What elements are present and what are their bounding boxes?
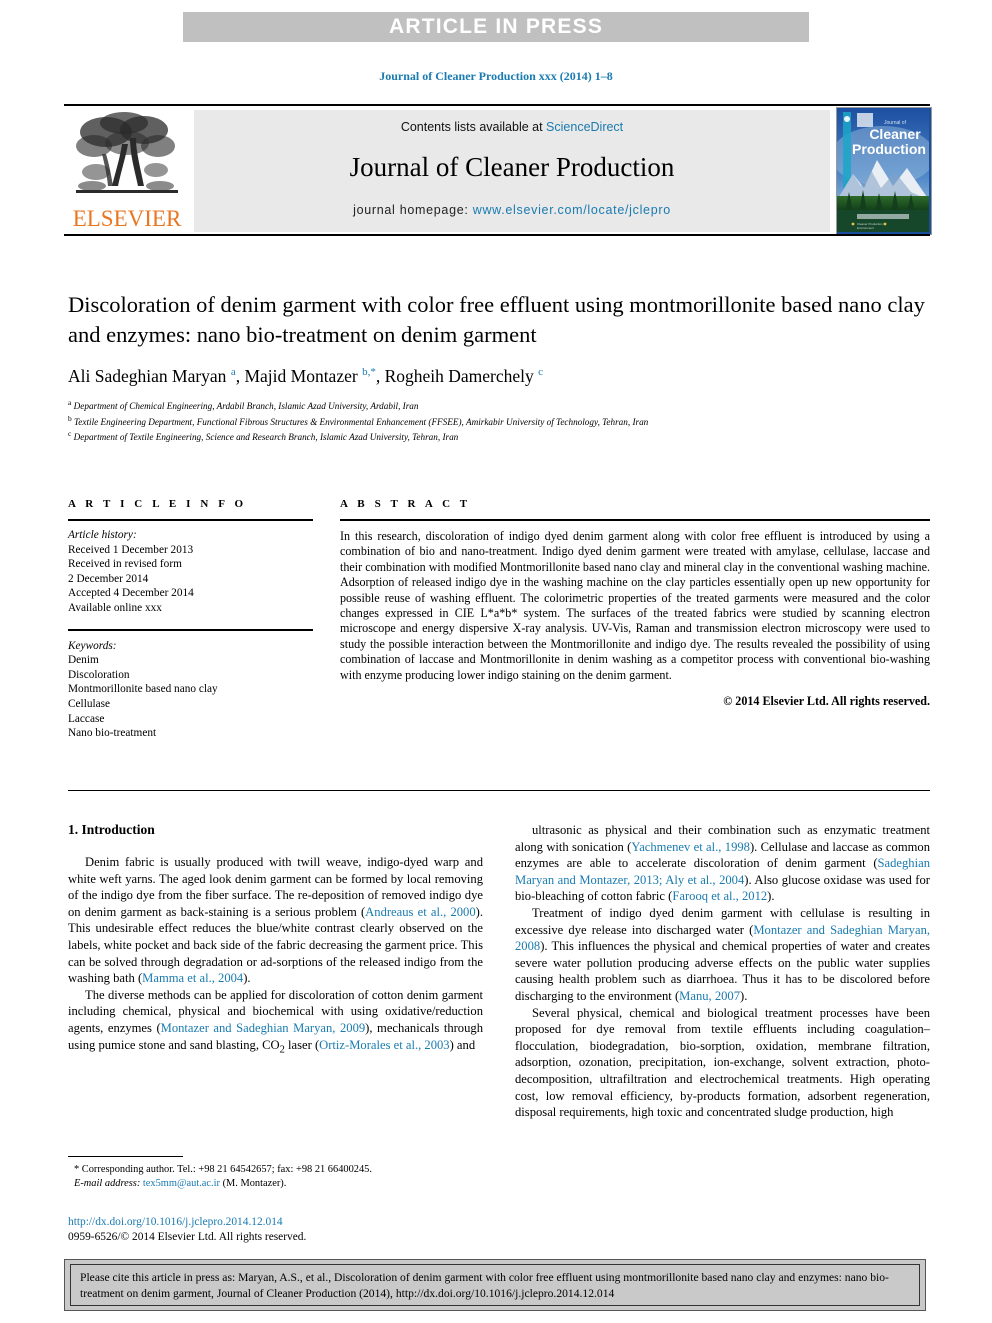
keyword-item: Laccase <box>68 712 105 725</box>
article-history-item: Received 1 December 2013 <box>68 543 194 556</box>
affiliation-mark: c <box>68 429 72 439</box>
author-list: Ali Sadeghian Maryan a, Majid Montazer b… <box>68 366 544 386</box>
affiliation-item: c Department of Textile Engineering, Sci… <box>68 429 459 443</box>
article-history-lines: Received 1 December 2013 Received in revi… <box>68 543 313 616</box>
issn-copyright-line: 0959-6526/© 2014 Elsevier Ltd. All right… <box>68 1231 307 1243</box>
abstract-copyright: © 2014 Elsevier Ltd. All rights reserved… <box>723 694 930 709</box>
footnote-corresponding-line: * Corresponding author. Tel.: +98 21 645… <box>74 1164 372 1175</box>
article-history-block: Article history: Received 1 December 201… <box>68 521 313 616</box>
citation-footer-box: Please cite this article in press as: Ma… <box>64 1259 926 1311</box>
homepage-url-link[interactable]: www.elsevier.com/locate/jclepro <box>473 203 671 217</box>
affiliation-list: a Department of Chemical Engineering, Ar… <box>68 397 928 444</box>
svg-text:Environment: Environment <box>857 226 874 230</box>
introduction-right-paragraphs: ultrasonic as physical and their combina… <box>515 822 930 1121</box>
svg-text:Production: Production <box>852 141 926 157</box>
citation-link[interactable]: Yachmenev et al., 1998 <box>631 840 750 854</box>
journal-masthead: ELSEVIER Contents lists available at Sci… <box>64 104 932 236</box>
citation-link[interactable]: Manu, 2007 <box>679 989 740 1003</box>
cover-artwork: Journal of Cleaner Production Cleaner Pr… <box>837 108 931 232</box>
doi-block: http://dx.doi.org/10.1016/j.jclepro.2014… <box>68 1215 498 1245</box>
citation-link[interactable]: Mamma et al., 2004 <box>142 971 243 985</box>
body-column-left: 1. Introduction Denim fabric is usually … <box>68 822 483 1059</box>
keyword-item: Denim <box>68 654 99 667</box>
citation-link[interactable]: Montazer and Sadeghian Maryan, 2008 <box>515 923 930 954</box>
elsevier-wordmark: ELSEVIER <box>72 206 182 231</box>
footnote-rule <box>68 1156 183 1157</box>
keyword-item: Nano bio-treatment <box>68 727 157 740</box>
keyword-item: Discoloration <box>68 668 130 681</box>
elsevier-tree-icon <box>76 112 178 193</box>
body-paragraph: Several physical, chemical and biologica… <box>515 1005 930 1120</box>
body-paragraph: The diverse methods can be applied for d… <box>68 987 483 1056</box>
affiliation-mark: b <box>68 413 72 423</box>
citation-link[interactable]: Montazer and Sadeghian Maryan, 2009 <box>161 1021 366 1035</box>
homepage-label: journal homepage: <box>353 203 473 217</box>
title-block: Discoloration of denim garment with colo… <box>68 290 928 444</box>
abstract-column: A B S T R A C T In this research, discol… <box>340 498 930 709</box>
keywords-label: Keywords: <box>68 639 117 652</box>
citation-link[interactable]: Ortiz-Morales et al., 2003 <box>319 1038 449 1052</box>
article-history-label: Article history: <box>68 529 137 541</box>
article-in-press-banner: ARTICLE IN PRESS <box>183 12 809 42</box>
contents-prefix: Contents lists available at <box>400 120 547 134</box>
citation-footer-text: Please cite this article in press as: Ma… <box>70 1264 920 1306</box>
article-history-item: Accepted 4 December 2014 <box>68 587 194 600</box>
page-title: Discoloration of denim garment with colo… <box>68 292 925 347</box>
article-history-item: Available online xxx <box>68 601 162 614</box>
sciencedirect-link[interactable]: ScienceDirect <box>546 120 623 134</box>
abstract-heading: A B S T R A C T <box>340 498 471 510</box>
abstract-text: In this research, discoloration of indig… <box>340 529 930 682</box>
article-in-press-label: ARTICLE IN PRESS <box>388 15 604 38</box>
body-paragraph: Denim fabric is usually produced with tw… <box>68 855 483 986</box>
affiliation-item: b Textile Engineering Department, Functi… <box>68 413 649 427</box>
corresponding-author-footnote: * Corresponding author. Tel.: +98 21 645… <box>68 1156 483 1190</box>
running-head: Journal of Cleaner Production xxx (2014)… <box>379 69 613 83</box>
body-column-right: ultrasonic as physical and their combina… <box>515 822 930 1121</box>
citation-link[interactable]: Andreaus et al., 2000 <box>365 905 475 919</box>
masthead-bottom-rule <box>64 234 930 236</box>
body-paragraph: Treatment of indigo dyed denim garment w… <box>515 905 931 1003</box>
introduction-left-paragraphs: Denim fabric is usually produced with tw… <box>68 854 483 1059</box>
masthead-panel: Contents lists available at ScienceDirec… <box>194 110 830 232</box>
article-info-heading: A R T I C L E I N F O <box>68 498 247 510</box>
article-info-column: A R T I C L E I N F O Article history: R… <box>68 498 313 741</box>
svg-text:Cleaner: Cleaner <box>869 126 921 142</box>
affiliation-item: a Department of Chemical Engineering, Ar… <box>68 398 419 412</box>
email-link[interactable]: tex5mm@aut.ac.ir <box>143 1178 220 1189</box>
contents-lists-line: Contents lists available at ScienceDirec… <box>194 120 830 134</box>
citation-link[interactable]: Farooq et al., 2012 <box>672 889 767 903</box>
journal-title: Journal of Cleaner Production <box>349 152 675 182</box>
email-owner: (M. Montazer). <box>222 1177 287 1189</box>
article-history-item: Received in revised form <box>68 558 182 571</box>
affiliation-mark: a <box>68 398 72 407</box>
keywords-block: Keywords: Denim Discoloration Montmorillon… <box>68 628 313 741</box>
citation-link[interactable]: Sadeghian Maryan and Montazer, 2013; Aly… <box>515 856 930 887</box>
journal-homepage-line: journal homepage: www.elsevier.com/locat… <box>194 203 830 217</box>
masthead-top-rule <box>64 104 930 106</box>
article-history-item: 2 December 2014 <box>68 572 149 585</box>
journal-cover-thumbnail: Journal of Cleaner Production Cleaner Pr… <box>836 107 932 235</box>
keyword-item: Montmorillonite based nano clay <box>68 683 218 696</box>
elsevier-logo: ELSEVIER <box>64 110 190 232</box>
email-address-label: E-mail address: <box>74 1177 141 1189</box>
keywords-list: Denim Discoloration Montmorillonite based … <box>68 653 313 741</box>
keyword-item: Cellulase <box>68 697 111 710</box>
section-heading-introduction: 1. Introduction <box>68 822 155 837</box>
abstract-section-divider <box>68 790 930 791</box>
footnote-email-line: E-mail address: tex5mm@aut.ac.ir (M. Mon… <box>68 1177 483 1191</box>
doi-link[interactable]: http://dx.doi.org/10.1016/j.jclepro.2014… <box>68 1215 498 1230</box>
body-paragraph: ultrasonic as physical and their combina… <box>515 823 930 904</box>
